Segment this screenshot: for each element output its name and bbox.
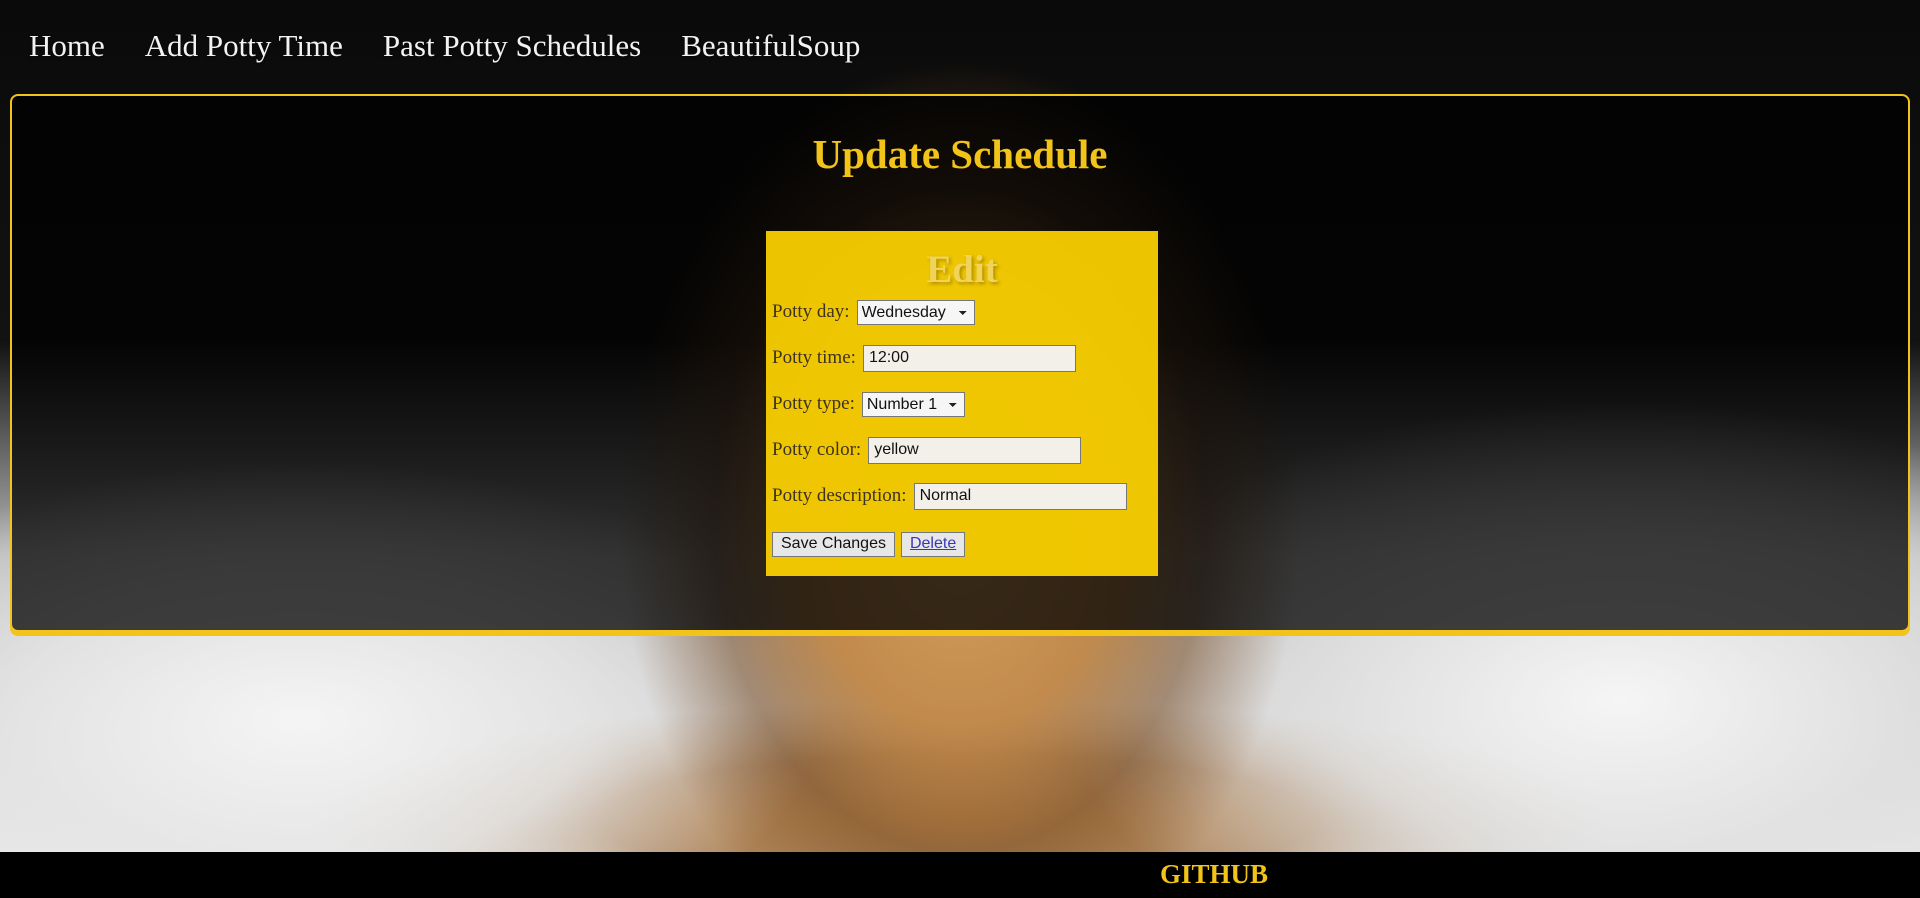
edit-title: Edit	[926, 248, 998, 291]
github-link[interactable]: GITHUB	[1160, 861, 1268, 888]
update-schedule-panel: Update Schedule Edit Potty day: Wednesda…	[10, 94, 1910, 632]
footer: GITHUB	[0, 852, 1920, 898]
potty-color-label: Potty color:	[772, 439, 862, 460]
save-changes-button[interactable]: Save Changes	[772, 531, 895, 557]
potty-day-label: Potty day:	[772, 301, 850, 322]
potty-day-row: Potty day: Wednesday	[772, 289, 1152, 335]
edit-form: Edit Potty day: Wednesday Potty time: Po…	[766, 231, 1158, 576]
potty-color-row: Potty color:	[772, 427, 1152, 473]
potty-description-input[interactable]	[913, 482, 1127, 510]
potty-description-label: Potty description:	[772, 485, 907, 506]
potty-type-select[interactable]: Number 1	[861, 391, 965, 417]
form-actions: Save Changes Delete	[772, 519, 1152, 567]
nav-past-potty-schedules-link[interactable]: Past Potty Schedules	[383, 28, 641, 64]
potty-time-row: Potty time:	[772, 335, 1152, 381]
potty-description-row: Potty description:	[772, 473, 1152, 519]
nav-home-link[interactable]: Home	[29, 28, 105, 64]
potty-type-label: Potty type:	[772, 393, 855, 414]
top-navigation: Home Add Potty Time Past Potty Schedules…	[0, 0, 1920, 92]
nav-beautifulsoup-link[interactable]: BeautifulSoup	[681, 28, 860, 64]
potty-time-label: Potty time:	[772, 347, 856, 368]
delete-button[interactable]: Delete	[900, 531, 966, 557]
potty-time-input[interactable]	[862, 344, 1076, 372]
page-title: Update Schedule	[812, 131, 1108, 177]
potty-color-input[interactable]	[868, 436, 1082, 464]
potty-type-row: Potty type: Number 1	[772, 381, 1152, 427]
potty-day-select[interactable]: Wednesday	[856, 299, 975, 325]
nav-add-potty-time-link[interactable]: Add Potty Time	[145, 28, 343, 64]
